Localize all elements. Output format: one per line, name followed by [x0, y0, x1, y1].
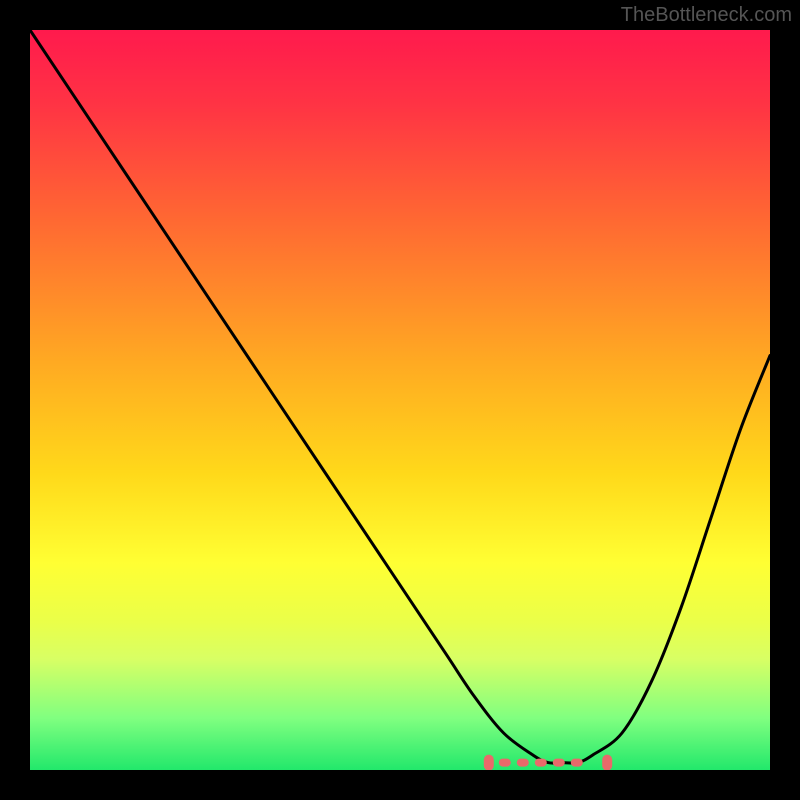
bottleneck-curve [30, 30, 770, 763]
plot-area [30, 30, 770, 770]
watermark-text: TheBottleneck.com [621, 4, 792, 27]
curve-svg [30, 30, 770, 770]
chart-container: TheBottleneck.com [0, 0, 800, 800]
